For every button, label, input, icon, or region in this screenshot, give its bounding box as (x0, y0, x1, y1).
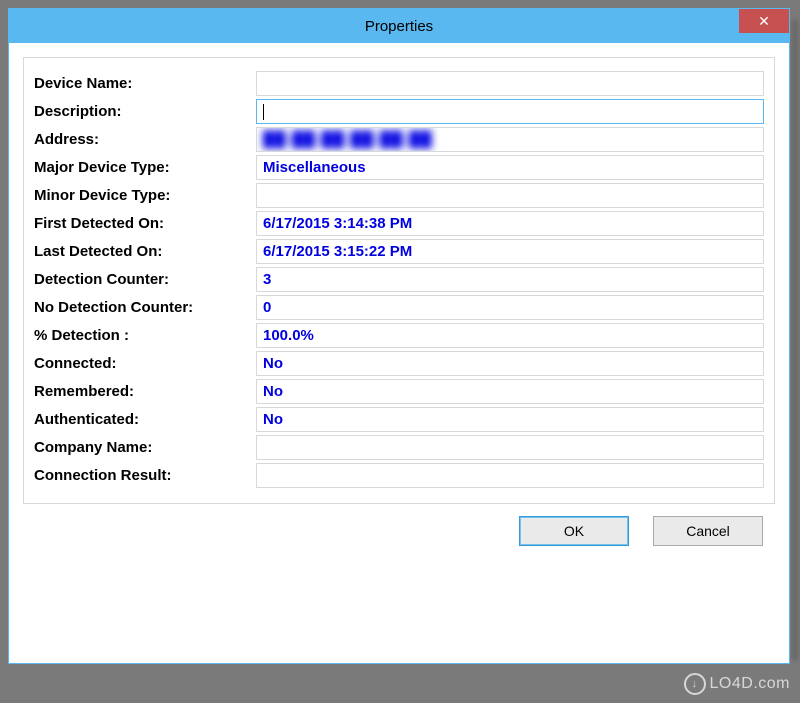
row-company-name: Company Name: (34, 435, 764, 460)
row-connected: Connected: No (34, 351, 764, 376)
row-authenticated: Authenticated: No (34, 407, 764, 432)
label-last-detected-on: Last Detected On: (34, 243, 256, 260)
value-address[interactable]: ██:██:██:██:██:██ (256, 127, 764, 152)
row-minor-device-type: Minor Device Type: (34, 183, 764, 208)
row-device-name: Device Name: (34, 71, 764, 96)
row-percent-detection: % Detection : 100.0% (34, 323, 764, 348)
ok-button[interactable]: OK (519, 516, 629, 546)
row-major-device-type: Major Device Type: Miscellaneous (34, 155, 764, 180)
label-no-detection-counter: No Detection Counter: (34, 299, 256, 316)
label-connection-result: Connection Result: (34, 467, 256, 484)
label-authenticated: Authenticated: (34, 411, 256, 428)
properties-dialog: Properties ✕ Device Name: Description: A… (8, 8, 790, 664)
value-company-name[interactable] (256, 435, 764, 460)
label-company-name: Company Name: (34, 439, 256, 456)
label-minor-device-type: Minor Device Type: (34, 187, 256, 204)
button-bar: OK Cancel (23, 516, 775, 546)
label-address: Address: (34, 131, 256, 148)
value-remembered[interactable]: No (256, 379, 764, 404)
label-description: Description: (34, 103, 256, 120)
client-area: Device Name: Description: Address: ██:██… (9, 43, 789, 663)
value-minor-device-type[interactable] (256, 183, 764, 208)
titlebar[interactable]: Properties ✕ (9, 9, 789, 43)
row-first-detected-on: First Detected On: 6/17/2015 3:14:38 PM (34, 211, 764, 236)
cancel-button[interactable]: Cancel (653, 516, 763, 546)
row-description: Description: (34, 99, 764, 124)
value-last-detected-on[interactable]: 6/17/2015 3:15:22 PM (256, 239, 764, 264)
value-connection-result[interactable] (256, 463, 764, 488)
row-remembered: Remembered: No (34, 379, 764, 404)
value-first-detected-on[interactable]: 6/17/2015 3:14:38 PM (256, 211, 764, 236)
label-detection-counter: Detection Counter: (34, 271, 256, 288)
value-detection-counter[interactable]: 3 (256, 267, 764, 292)
value-description[interactable] (256, 99, 764, 124)
address-blurred: ██:██:██:██:██:██ (263, 131, 433, 148)
label-device-name: Device Name: (34, 75, 256, 92)
close-button[interactable]: ✕ (739, 9, 789, 33)
value-no-detection-counter[interactable]: 0 (256, 295, 764, 320)
value-device-name[interactable] (256, 71, 764, 96)
value-authenticated[interactable]: No (256, 407, 764, 432)
label-connected: Connected: (34, 355, 256, 372)
download-icon: ↓ (684, 673, 706, 695)
label-major-device-type: Major Device Type: (34, 159, 256, 176)
value-connected[interactable]: No (256, 351, 764, 376)
watermark-text: LO4D.com (710, 675, 790, 693)
properties-panel: Device Name: Description: Address: ██:██… (23, 57, 775, 504)
row-address: Address: ██:██:██:██:██:██ (34, 127, 764, 152)
value-percent-detection[interactable]: 100.0% (256, 323, 764, 348)
row-last-detected-on: Last Detected On: 6/17/2015 3:15:22 PM (34, 239, 764, 264)
row-no-detection-counter: No Detection Counter: 0 (34, 295, 764, 320)
label-remembered: Remembered: (34, 383, 256, 400)
label-first-detected-on: First Detected On: (34, 215, 256, 232)
row-connection-result: Connection Result: (34, 463, 764, 488)
close-icon: ✕ (758, 13, 770, 30)
watermark: ↓ LO4D.com (684, 673, 790, 695)
text-cursor-icon (263, 104, 264, 120)
label-percent-detection: % Detection : (34, 327, 256, 344)
window-shadow (792, 20, 798, 660)
value-major-device-type[interactable]: Miscellaneous (256, 155, 764, 180)
row-detection-counter: Detection Counter: 3 (34, 267, 764, 292)
window-title: Properties (9, 18, 789, 35)
